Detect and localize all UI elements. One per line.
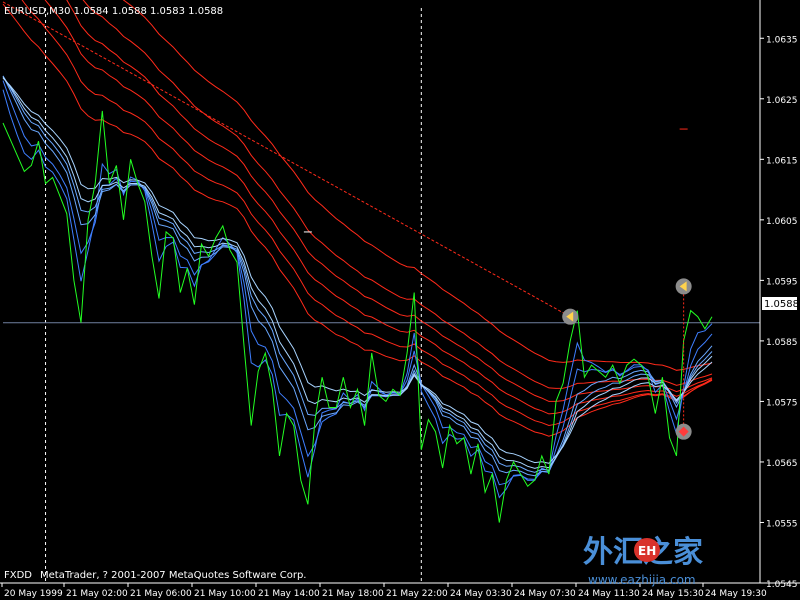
watermark-badge-text: EH [638,544,656,558]
y-tick-label-1: 1.0625 [766,96,798,106]
y-tick-label-2: 1.0615 [766,156,798,166]
x-tick-label-8: 24 May 07:30 [514,589,576,599]
x-tick-label-1: 21 May 02:00 [66,589,128,599]
y-tick-label-7: 1.0565 [766,459,798,469]
y-tick-label-4: 1.0595 [766,277,798,287]
chart-header: EURUSD,M30 1.0584 1.0588 1.0583 1.0588 [4,6,223,17]
current-price-text: 1.0588 [764,299,799,310]
current-price-label: 1.0588 [762,297,799,310]
y-tick-label-3: 1.0605 [766,217,798,227]
y-tick-label-6: 1.0575 [766,398,798,408]
watermark-url: www.eazhijia.com [588,573,696,587]
y-tick-label-8: 1.0555 [766,519,798,529]
copyright-label: MetaTrader, ? 2001-2007 MetaQuotes Softw… [40,570,306,581]
x-tick-label-6: 21 May 22:00 [386,589,448,599]
x-tick-label-7: 24 May 03:30 [450,589,512,599]
chart-background [0,0,800,600]
watermark: 外汇之家 EH www.eazhijia.com [583,535,703,587]
y-tick-label-0: 1.0635 [766,35,798,45]
x-tick-label-4: 21 May 14:00 [258,589,320,599]
x-tick-label-5: 21 May 18:00 [322,589,384,599]
chart: 1.0635 1.0625 1.0615 1.0605 1.0595 1.0585 1.05… [0,0,800,600]
y-tick-label-9: 1.0545 [766,580,798,590]
broker-label: FXDD [4,570,32,581]
x-tick-label-3: 21 May 10:00 [194,589,256,599]
x-tick-label-2: 21 May 06:00 [130,589,192,599]
x-tick-label-0: 20 May 1999 [4,589,63,599]
y-tick-label-5: 1.0585 [766,338,798,348]
